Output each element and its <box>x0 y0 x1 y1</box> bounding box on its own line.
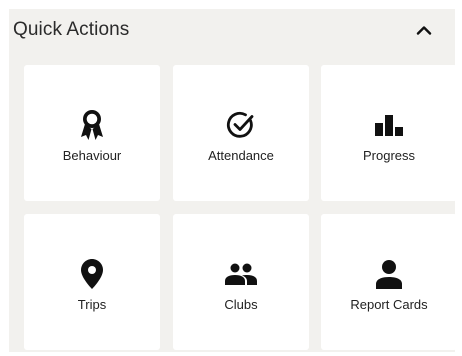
map-pin-icon <box>24 256 160 292</box>
chevron-up-icon[interactable] <box>413 21 435 39</box>
attendance-action-card[interactable]: Attendance <box>173 65 309 201</box>
quick-actions-title: Quick Actions <box>13 19 130 40</box>
behaviour-action-card[interactable]: Behaviour <box>24 65 160 201</box>
progress-label: Progress <box>362 148 416 163</box>
quick-actions-panel: Quick Actions Behaviour Attendance Progr… <box>9 9 457 352</box>
quick-actions-header[interactable]: Quick Actions <box>9 9 455 53</box>
report-cards-label: Report Cards <box>350 297 428 312</box>
award-ribbon-icon <box>24 107 160 143</box>
people-group-icon <box>173 256 309 292</box>
bar-chart-icon <box>321 107 457 143</box>
person-icon <box>321 256 457 292</box>
progress-action-card[interactable]: Progress <box>321 65 457 201</box>
report-cards-action-card[interactable]: Report Cards <box>321 214 457 350</box>
trips-action-card[interactable]: Trips <box>24 214 160 350</box>
attendance-label: Attendance <box>208 148 274 163</box>
clubs-action-card[interactable]: Clubs <box>173 214 309 350</box>
clubs-label: Clubs <box>224 297 258 312</box>
behaviour-label: Behaviour <box>62 148 122 163</box>
trips-label: Trips <box>77 297 107 312</box>
check-circle-icon <box>173 107 309 143</box>
